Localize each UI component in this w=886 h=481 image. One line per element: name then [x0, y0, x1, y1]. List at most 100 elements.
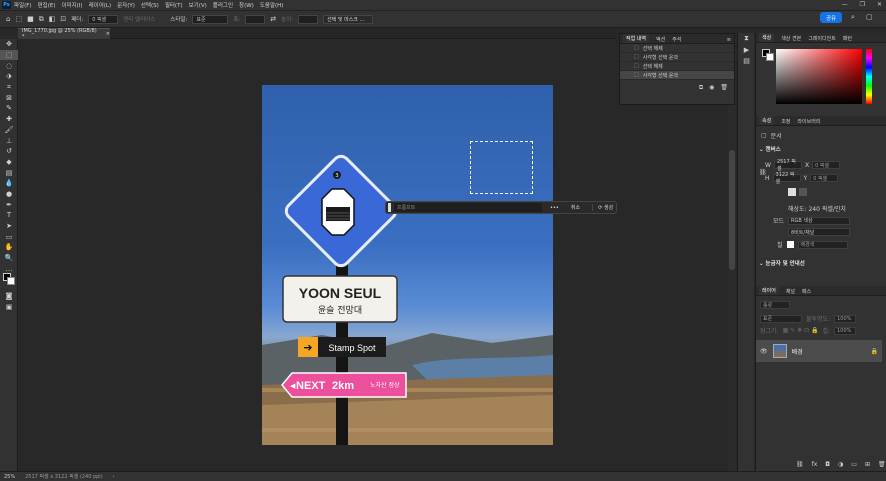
eyedropper-icon[interactable]: ✎: [0, 103, 18, 114]
screen-mode-icon[interactable]: ▣: [0, 302, 18, 313]
add-mask-icon[interactable]: ◘: [825, 461, 830, 468]
menu-view[interactable]: 보기(V): [189, 1, 207, 9]
color-mode-select[interactable]: RGB 색상: [788, 216, 851, 225]
play-icon[interactable]: ▶: [738, 44, 755, 55]
notes-icon[interactable]: ▤: [738, 55, 755, 66]
type-tool-icon[interactable]: T: [0, 210, 18, 221]
menu-file[interactable]: 파일(F): [14, 1, 32, 9]
visibility-icon[interactable]: 👁: [760, 348, 768, 355]
portrait-orientation-icon[interactable]: [788, 188, 796, 196]
landscape-orientation-icon[interactable]: [799, 188, 807, 196]
canvas-height-input[interactable]: 3122 픽셀: [772, 172, 801, 185]
dodge-tool-icon[interactable]: ●: [0, 189, 18, 200]
width-input[interactable]: [245, 14, 266, 24]
bit-depth-select[interactable]: 8비트/채널: [788, 228, 850, 236]
scrollbar-thumb[interactable]: [729, 150, 735, 270]
snapshot-icon[interactable]: ⧉: [699, 84, 703, 92]
canvas-section[interactable]: ⌄ 캔버스: [759, 145, 781, 153]
document-tab[interactable]: IMG_1770.jpg @ 25% (RGB/8) * ×: [18, 28, 110, 40]
menu-select[interactable]: 선택(S): [141, 1, 159, 9]
search-icon[interactable]: ⌕: [851, 13, 855, 22]
layer-row[interactable]: 👁 배경 🔒: [756, 340, 882, 362]
hue-slider[interactable]: [866, 49, 872, 104]
style-select[interactable]: 표준: [192, 14, 229, 24]
maximize-icon[interactable]: ❐: [860, 1, 865, 8]
rulers-section[interactable]: ⌄ 눈금자 및 안내선: [759, 259, 805, 267]
adjustment-layer-icon[interactable]: ◑: [838, 461, 843, 468]
layer-kind-filter[interactable]: 종류: [760, 301, 790, 309]
generative-prompt-input[interactable]: 프롬프트: [394, 203, 542, 212]
zoom-level[interactable]: 25%: [4, 474, 15, 480]
close-window-icon[interactable]: ✕: [877, 1, 882, 8]
menu-image[interactable]: 이미지(I): [61, 1, 82, 9]
blend-mode-select[interactable]: 표준: [760, 314, 802, 323]
add-selection-icon[interactable]: ⧉: [39, 15, 44, 24]
chevron-right-icon[interactable]: ›: [113, 474, 115, 480]
eraser-icon[interactable]: ◆: [0, 157, 18, 168]
menu-help[interactable]: 도움말(H): [260, 1, 284, 9]
quick-mask-icon[interactable]: ◙: [0, 291, 18, 302]
background-swatch[interactable]: [766, 53, 774, 61]
move-tool-icon[interactable]: ✥: [0, 39, 18, 50]
menu-edit[interactable]: 편집(E): [38, 1, 56, 9]
zoom-tool-icon[interactable]: 🔍: [0, 253, 18, 264]
tab-channels[interactable]: 채널: [786, 288, 795, 295]
antialias-checkbox[interactable]: 앤티 앨리어스: [123, 15, 155, 23]
brush-tool-icon[interactable]: 🖌: [0, 125, 18, 136]
fx-icon[interactable]: fx: [812, 461, 818, 468]
opacity-input[interactable]: 100%: [834, 314, 857, 323]
frame-tool-icon[interactable]: ⊠: [0, 92, 18, 103]
tab-layers[interactable]: 레이어: [759, 286, 779, 295]
marquee-tool-icon[interactable]: ⬚: [0, 49, 18, 61]
drag-handle[interactable]: [388, 203, 391, 212]
lasso-tool-icon[interactable]: ◌: [0, 60, 18, 71]
height-input[interactable]: [298, 14, 319, 24]
more-options-icon[interactable]: •••: [550, 205, 559, 211]
color-field[interactable]: [776, 49, 862, 104]
blur-tool-icon[interactable]: 💧: [0, 178, 18, 189]
hand-tool-icon[interactable]: ✋: [0, 242, 18, 253]
camera-icon[interactable]: ◉: [709, 84, 714, 92]
marquee-selection[interactable]: [470, 141, 533, 194]
clone-stamp-icon[interactable]: ⊥: [0, 135, 18, 146]
subtract-selection-icon[interactable]: ◧: [49, 15, 56, 23]
new-layer-icon[interactable]: ⊞: [865, 461, 870, 468]
cancel-button[interactable]: 취소: [571, 204, 580, 211]
canvas-width-input[interactable]: 2517 픽셀: [773, 159, 802, 172]
minimize-icon[interactable]: —: [842, 1, 848, 8]
group-icon[interactable]: ▭: [851, 461, 857, 468]
rectangle-tool-icon[interactable]: ▭: [0, 231, 18, 242]
tab-patterns[interactable]: 패턴: [843, 35, 852, 42]
tab-swatches[interactable]: 색상 견본: [781, 35, 801, 42]
tab-gradients[interactable]: 그레이디언트: [808, 35, 836, 42]
history-panel-icon[interactable]: ⧗: [738, 33, 755, 44]
history-item[interactable]: ⬚ 선택 해제: [620, 62, 734, 71]
menu-plugins[interactable]: 플러그인: [213, 1, 233, 9]
tab-history[interactable]: 작업 내역: [623, 34, 649, 43]
history-item-selected[interactable]: ⬚ 사각형 선택 윤곽: [620, 71, 734, 80]
marquee-tool-icon[interactable]: ⬚: [15, 15, 22, 23]
link-layers-icon[interactable]: ⛓: [796, 461, 804, 468]
fill-select[interactable]: 배경색: [797, 240, 848, 249]
tab-color[interactable]: 색상: [759, 33, 775, 42]
close-tab-icon[interactable]: ×: [106, 31, 110, 37]
object-selection-icon[interactable]: ⬗: [0, 71, 18, 82]
menu-filter[interactable]: 필터(T): [165, 1, 183, 9]
color-swatches-icon[interactable]: [0, 273, 18, 286]
healing-brush-icon[interactable]: ✚: [0, 114, 18, 125]
path-selection-icon[interactable]: ➤: [0, 221, 18, 232]
tab-properties[interactable]: 속성: [759, 116, 775, 125]
tab-libraries[interactable]: 라이브러리: [797, 118, 820, 125]
history-item[interactable]: ⬚ 선택 해제: [620, 44, 734, 53]
trash-icon[interactable]: 🗑: [720, 84, 728, 92]
home-icon[interactable]: ⌂: [6, 15, 10, 23]
workspace-icon[interactable]: ▢: [866, 13, 873, 21]
delete-layer-icon[interactable]: 🗑: [878, 461, 886, 468]
crop-tool-icon[interactable]: ⌗: [0, 82, 18, 93]
lock-icons[interactable]: ▦ ✎ ✥ ⊡ 🔒: [783, 327, 819, 334]
fill-swatch[interactable]: [786, 241, 794, 248]
select-and-mask-button[interactable]: 선택 및 마스크 ...: [323, 14, 374, 24]
pen-tool-icon[interactable]: ✒: [0, 199, 18, 210]
menu-layer[interactable]: 레이어(L): [89, 1, 112, 9]
new-selection-icon[interactable]: ■: [27, 15, 34, 23]
